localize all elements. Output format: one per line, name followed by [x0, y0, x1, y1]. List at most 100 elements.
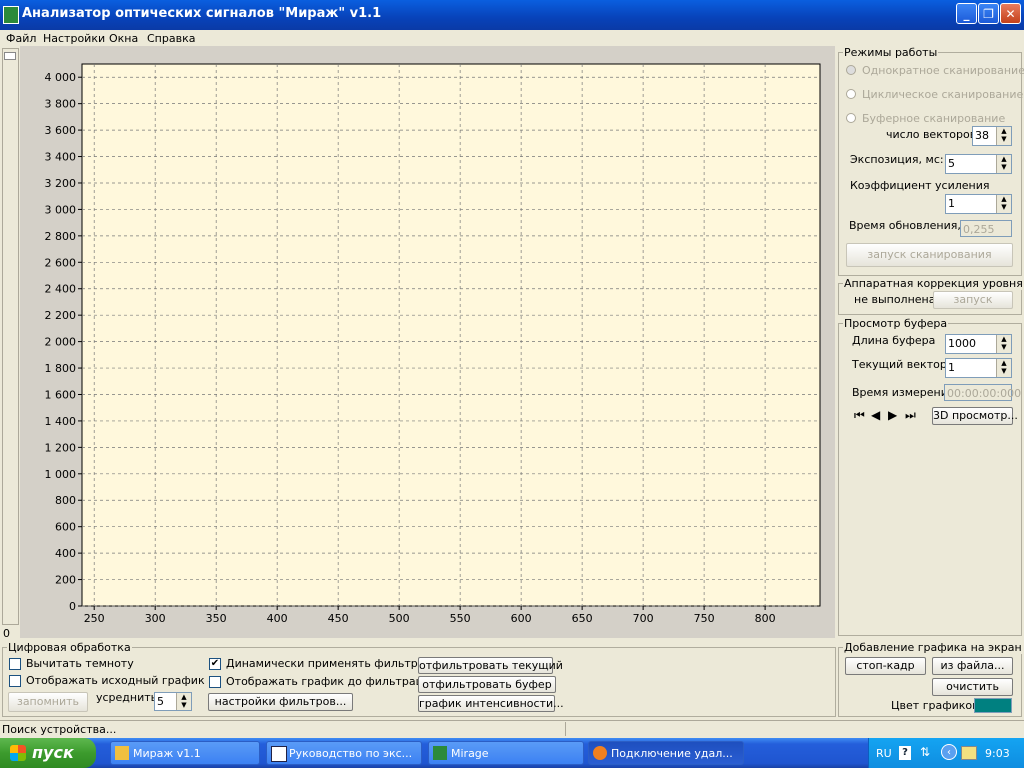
x-tick-label: 550 [450, 612, 471, 625]
x-tick-label: 700 [633, 612, 654, 625]
radio-single[interactable] [846, 65, 856, 75]
show-before-filter-checkbox[interactable] [209, 676, 221, 688]
add-graph-title: Добавление графика на экран [843, 641, 1023, 654]
menu-settings[interactable]: Настройки [43, 32, 105, 45]
y-tick-label: 3 000 [45, 203, 77, 216]
y-tick-label: 2 400 [45, 283, 77, 296]
radio-single-label: Однократное сканирование [862, 64, 1024, 77]
clear-button[interactable]: очистить [932, 678, 1013, 696]
y-tick-label: 600 [55, 521, 76, 534]
gain-label: Коэффициент усиления [850, 179, 990, 192]
plot-background [81, 63, 821, 607]
y-tick-label: 0 [69, 600, 76, 613]
refresh-label: Время обновления, с [849, 219, 971, 232]
clock: 9:03 [985, 747, 1010, 760]
y-tick-label: 3 400 [45, 151, 77, 164]
network-icon[interactable]: ⇅ [920, 745, 930, 759]
document-icon [271, 746, 287, 762]
vertical-slider[interactable] [2, 48, 19, 625]
task-remote[interactable]: Подключение удал... [588, 741, 744, 765]
x-tick-label: 750 [694, 612, 715, 625]
radio-buffer[interactable] [846, 113, 856, 123]
remember-button[interactable]: запомнить [8, 692, 88, 712]
task-mirage[interactable]: Mirage [428, 741, 584, 765]
gain-spinner[interactable]: 1 ▲ ▼ [945, 194, 1012, 214]
windows-logo-icon [10, 745, 26, 761]
x-tick-label: 350 [206, 612, 227, 625]
vectors-spinner[interactable]: 38 ▲ ▼ [972, 126, 1012, 146]
modes-title: Режимы работы [843, 46, 939, 59]
prev-vector-icon[interactable]: ◀ [871, 408, 885, 424]
remote-connection-icon [593, 746, 607, 760]
first-vector-icon[interactable]: ⏮ [854, 408, 868, 424]
task-mirage-window[interactable]: Мираж v1.1 [110, 741, 260, 765]
y-tick-label: 3 200 [45, 177, 77, 190]
show-source-checkbox[interactable] [9, 675, 21, 687]
minimize-button[interactable]: _ [956, 3, 977, 24]
subtract-dark-label: Вычитать темноту [26, 657, 134, 670]
spectrum-chart: 0 200 400 600 800 1 000 1 200 1 400 1 600 1 800 2 … [45, 63, 821, 625]
y-tick-label: 1 800 [45, 362, 77, 375]
last-vector-icon[interactable]: ⏭ [905, 408, 921, 424]
graph-color-label: Цвет графиков [891, 699, 979, 712]
menu-windows[interactable]: Окна [109, 32, 138, 45]
menu-file[interactable]: Файл [6, 32, 36, 45]
show-source-label: Отображать исходный график [26, 674, 205, 687]
y-tick-label: 2 000 [45, 336, 77, 349]
next-vector-icon[interactable]: ▶ [888, 408, 902, 424]
y-tick-label: 4 000 [45, 71, 77, 84]
y-tick-label: 1 400 [45, 415, 77, 428]
menu-help[interactable]: Справка [147, 32, 195, 45]
current-vector-spinner[interactable]: 1 ▲ ▼ [945, 358, 1012, 378]
filter-current-button[interactable]: отфильтровать текущий [418, 657, 563, 674]
slider-value: 0 [3, 627, 10, 640]
hwcorr-title: Аппаратная коррекция уровня [843, 277, 1024, 290]
slider-thumb[interactable] [4, 52, 16, 60]
filter-buffer-button[interactable]: отфильтровать буфер [418, 676, 556, 693]
window-title: Анализатор оптических сигналов "Мираж" v… [22, 6, 382, 21]
from-file-button[interactable]: из файла... [932, 657, 1013, 675]
intensity-graph-button[interactable]: график интенсивности... [418, 695, 564, 712]
filter-settings-button[interactable]: настройки фильтров... [208, 693, 353, 711]
y-tick-label: 1 000 [45, 468, 77, 481]
current-vector-label: Текущий вектор [852, 358, 947, 371]
x-tick-label: 500 [389, 612, 410, 625]
graph-color-swatch[interactable] [974, 698, 1012, 713]
exposure-spinner[interactable]: 5 ▲ ▼ [945, 154, 1012, 174]
view-3d-button[interactable]: 3D просмотр... [932, 407, 1018, 425]
radio-cyclic-label: Циклическое сканирование [862, 88, 1024, 101]
subtract-dark-checkbox[interactable] [9, 658, 21, 670]
language-indicator[interactable]: RU [876, 747, 892, 760]
close-button[interactable]: ✕ [1000, 3, 1021, 24]
app-icon [3, 6, 19, 24]
dynamic-filters-label: Динамически применять фильтры [226, 657, 427, 670]
chart-panel: 0 200 400 600 800 1 000 1 200 1 400 1 600 1 800 2 … [20, 46, 835, 638]
y-tick-label: 1 600 [45, 388, 77, 401]
show-before-filter-label: Отображать график до фильтрации [226, 675, 438, 688]
measure-time-label: Время измерения [852, 386, 955, 399]
app-icon-small [433, 746, 447, 760]
x-tick-label: 250 [84, 612, 105, 625]
y-tick-label: 200 [55, 574, 76, 587]
buffer-length-spinner[interactable]: 1000 ▲ ▼ [945, 334, 1012, 354]
maximize-button[interactable]: ❐ [978, 3, 999, 24]
dynamic-filters-checkbox[interactable]: ✔ [209, 658, 221, 670]
task-manual[interactable]: Руководство по экс... [266, 741, 422, 765]
status-divider [565, 722, 566, 736]
folder-icon [115, 746, 129, 760]
tray-app-icon[interactable] [961, 746, 977, 760]
y-tick-label: 3 600 [45, 124, 77, 137]
help-icon[interactable]: ? [899, 746, 911, 760]
average-spinner[interactable]: 5 ▲ ▼ [154, 692, 192, 711]
start-button[interactable]: пуск [0, 738, 96, 768]
buffer-length-label: Длина буфера [852, 334, 936, 347]
y-tick-label: 2 800 [45, 230, 77, 243]
x-tick-label: 450 [328, 612, 349, 625]
radio-cyclic[interactable] [846, 89, 856, 99]
status-text: Поиск устройства... [2, 723, 117, 736]
start-scan-button[interactable]: запуск сканирования [846, 243, 1013, 267]
freeze-frame-button[interactable]: стоп-кадр [845, 657, 926, 675]
start-label: пуск [32, 743, 74, 762]
hwcorr-start-button[interactable]: запуск [933, 291, 1013, 309]
tray-expand-icon[interactable]: ‹ [941, 744, 957, 760]
